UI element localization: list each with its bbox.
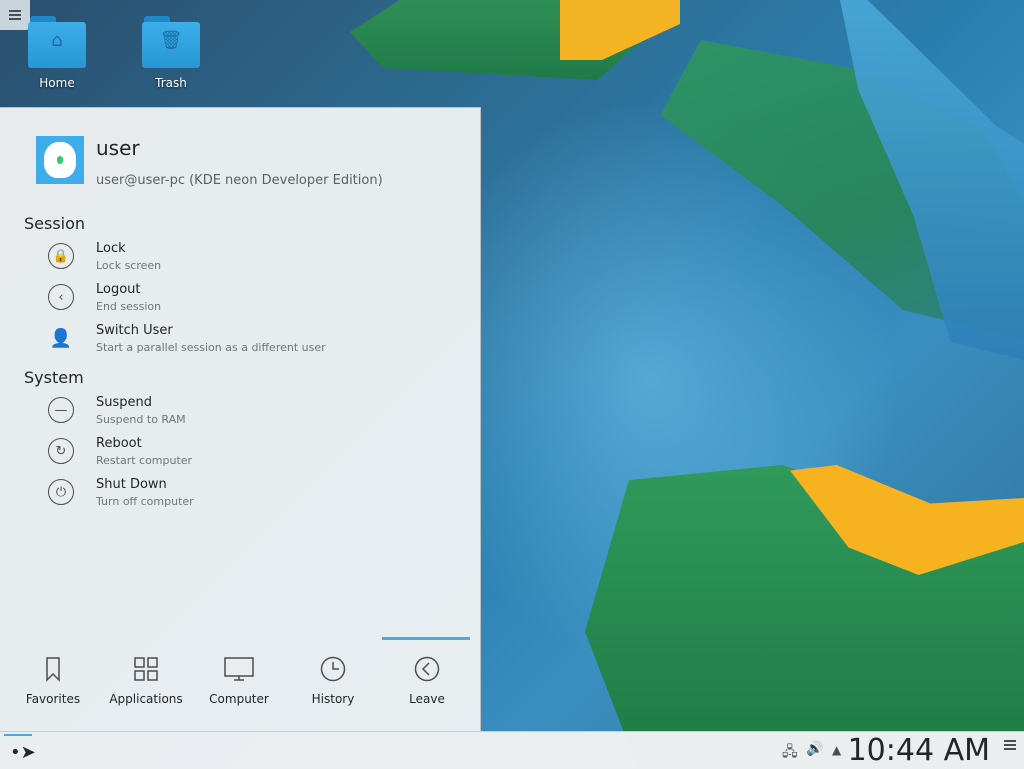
- panel-menu-icon[interactable]: [1004, 740, 1016, 750]
- tab-computer[interactable]: Computer: [194, 634, 284, 724]
- tab-label: Favorites: [25, 692, 81, 706]
- entry-title: Shut Down: [96, 477, 167, 492]
- entry-subtitle: Turn off computer: [96, 495, 194, 508]
- entry-title: Lock: [96, 241, 126, 256]
- grid-icon: [134, 657, 158, 681]
- tray-expand-icon[interactable]: ▲: [832, 743, 841, 757]
- network-icon[interactable]: 🖧: [782, 741, 798, 765]
- entry-title: Suspend: [96, 395, 153, 410]
- tab-favorites[interactable]: Favorites: [8, 634, 98, 724]
- desktop-icon-label: Trash: [155, 76, 187, 90]
- entry-title: Logout: [96, 282, 141, 297]
- desktop-icon-trash[interactable]: 🗑 Trash: [126, 14, 216, 90]
- clock[interactable]: 10:44 AM: [848, 732, 990, 769]
- tab-label: Leave: [409, 692, 445, 706]
- section-title-session: Session: [24, 214, 86, 233]
- entry-subtitle: End session: [96, 300, 162, 313]
- kde-launcher-icon: •➤: [10, 742, 36, 763]
- desktop-icon-home[interactable]: ⌂ Home: [12, 14, 102, 90]
- tab-leave[interactable]: Leave: [382, 634, 472, 724]
- trash-folder-icon: 🗑: [142, 14, 200, 68]
- wallpaper-shape: [560, 0, 680, 60]
- volume-icon[interactable]: 🔊: [806, 741, 823, 757]
- lock-entry[interactable]: 🔒 Lock Lock screen: [40, 241, 460, 279]
- application-launcher-panel: user user@user-pc (KDE neon Developer Ed…: [0, 107, 481, 732]
- desktop-icon-label: Home: [39, 76, 75, 90]
- launcher-tabs: Favorites Applications Computer History …: [0, 634, 480, 724]
- user-name: user: [96, 136, 140, 160]
- tab-label: History: [311, 692, 355, 706]
- switch-user-entry[interactable]: 👤 Switch User Start a parallel session a…: [40, 323, 460, 361]
- reboot-entry[interactable]: ↻ Reboot Restart computer: [40, 436, 460, 474]
- entry-subtitle: Suspend to RAM: [96, 413, 186, 426]
- switch-user-icon: 👤: [49, 327, 73, 349]
- bookmark-icon: [46, 657, 60, 682]
- tab-history[interactable]: History: [288, 634, 378, 724]
- application-launcher-button[interactable]: •➤: [4, 734, 36, 766]
- reboot-icon: ↻: [48, 438, 74, 464]
- entry-subtitle: Start a parallel session as a different …: [96, 341, 326, 354]
- logout-icon: ‹: [48, 284, 74, 310]
- entry-subtitle: Lock screen: [96, 259, 162, 272]
- tab-applications[interactable]: Applications: [101, 634, 191, 724]
- active-tab-indicator: [382, 637, 470, 640]
- monitor-icon: [224, 657, 254, 681]
- lock-icon: 🔒: [48, 243, 74, 269]
- taskbar: •➤ 🖧 🔊 ▲ 10:44 AM: [0, 731, 1024, 769]
- tab-label: Computer: [209, 692, 269, 706]
- shutdown-icon: ⏻: [48, 479, 74, 505]
- suspend-icon: —: [48, 397, 74, 423]
- avatar[interactable]: [36, 136, 84, 184]
- entry-subtitle: Restart computer: [96, 454, 193, 467]
- tab-label: Applications: [109, 692, 183, 706]
- user-header: user user@user-pc (KDE neon Developer Ed…: [36, 136, 466, 196]
- suspend-entry[interactable]: — Suspend Suspend to RAM: [40, 395, 460, 433]
- entry-title: Switch User: [96, 323, 173, 338]
- leave-icon: [414, 656, 440, 682]
- user-host: user@user-pc (KDE neon Developer Edition…: [96, 173, 383, 188]
- system-tray: 🖧 🔊 ▲ 10:44 AM: [764, 732, 1024, 769]
- logout-entry[interactable]: ‹ Logout End session: [40, 282, 460, 320]
- home-folder-icon: ⌂: [28, 14, 86, 68]
- shutdown-entry[interactable]: ⏻ Shut Down Turn off computer: [40, 477, 460, 515]
- clock-icon: [320, 656, 346, 682]
- section-title-system: System: [24, 368, 84, 387]
- entry-title: Reboot: [96, 436, 142, 451]
